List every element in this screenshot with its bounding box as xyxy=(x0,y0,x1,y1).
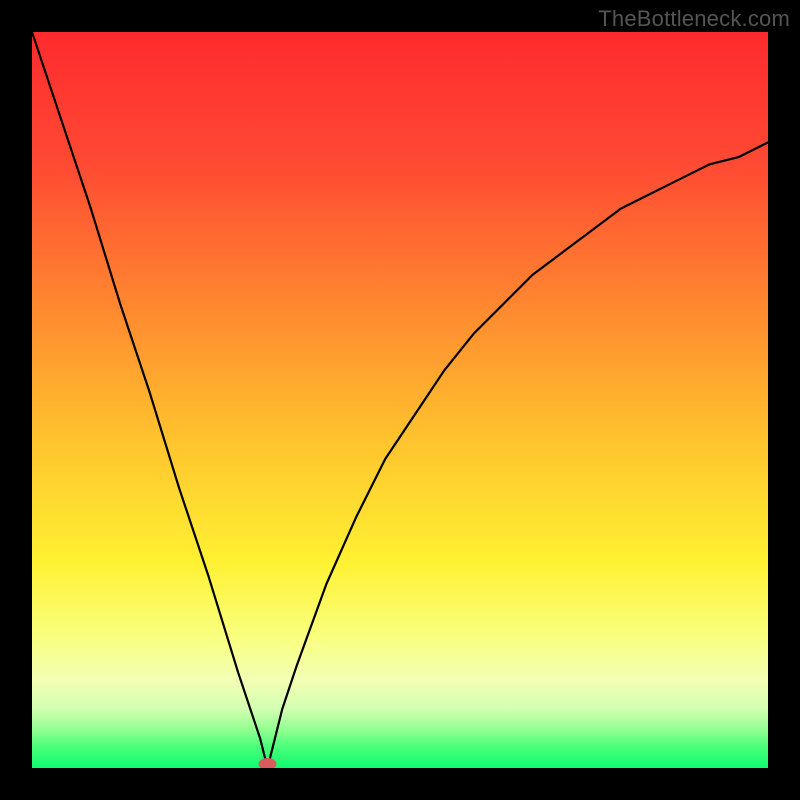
chart-frame: TheBottleneck.com xyxy=(0,0,800,800)
plot-area xyxy=(32,32,768,768)
gradient-background xyxy=(32,32,768,768)
watermark-text: TheBottleneck.com xyxy=(598,6,790,32)
plot-svg xyxy=(32,32,768,768)
